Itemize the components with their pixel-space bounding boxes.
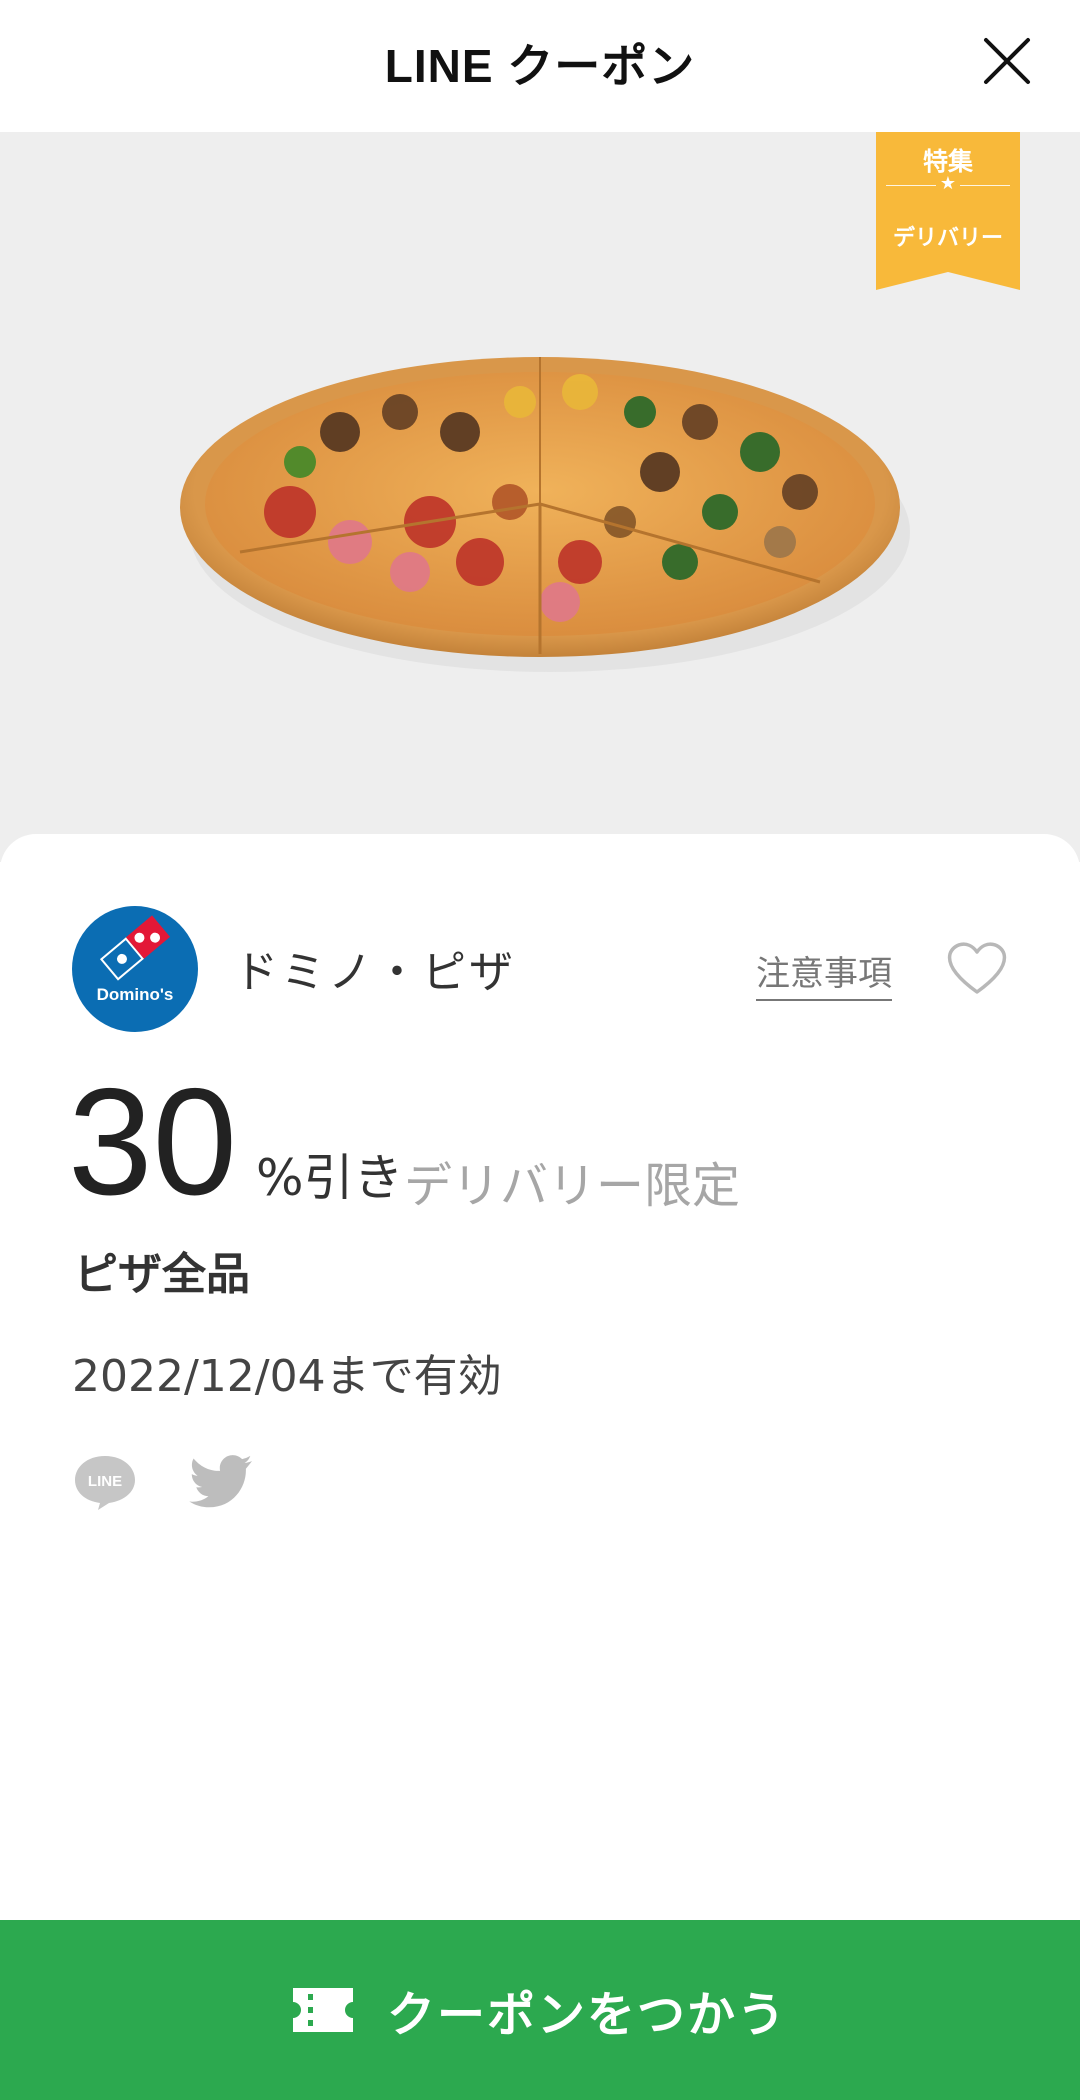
expiry-date: 2022/12/04まで有効: [72, 1351, 502, 1402]
header-bar: LINE クーポン: [0, 0, 1080, 132]
line-share-icon: LINE: [75, 1456, 135, 1510]
use-coupon-button[interactable]: クーポンをつかう: [0, 1920, 1080, 2100]
star-icon: ★: [939, 173, 957, 194]
heart-icon: [947, 942, 1007, 994]
share-twitter-button[interactable]: [188, 1454, 254, 1510]
brand-name: ドミノ・ピザ: [234, 947, 516, 998]
discount-value: 30: [68, 1057, 238, 1227]
badge-divider: [960, 185, 1010, 186]
twitter-icon: [189, 1455, 252, 1508]
badge-bottom-label: デリバリー: [892, 226, 1003, 251]
app-title: LINE クーポン: [384, 40, 696, 92]
feature-badge-labels: 特集 ★ デリバリー: [876, 132, 1020, 290]
brand-logo-text: Domino's: [97, 985, 174, 1004]
brand-logo: Domino's: [72, 906, 198, 1032]
close-button[interactable]: [972, 30, 1048, 96]
notice-link[interactable]: 注意事項: [756, 946, 892, 1001]
coupon-target: ピザ全品: [74, 1249, 250, 1300]
use-coupon-label: クーポンをつかう: [386, 1987, 787, 2043]
close-icon: [984, 38, 1030, 84]
favorite-button[interactable]: [946, 940, 1008, 996]
ticket-icon: [292, 1988, 353, 2032]
pizza-image: [180, 357, 910, 672]
discount-unit: %引き: [256, 1149, 404, 1207]
line-share-label: LINE: [88, 1473, 122, 1490]
limit-label: デリバリー限定: [404, 1158, 741, 1214]
share-line-button[interactable]: LINE: [72, 1452, 138, 1512]
